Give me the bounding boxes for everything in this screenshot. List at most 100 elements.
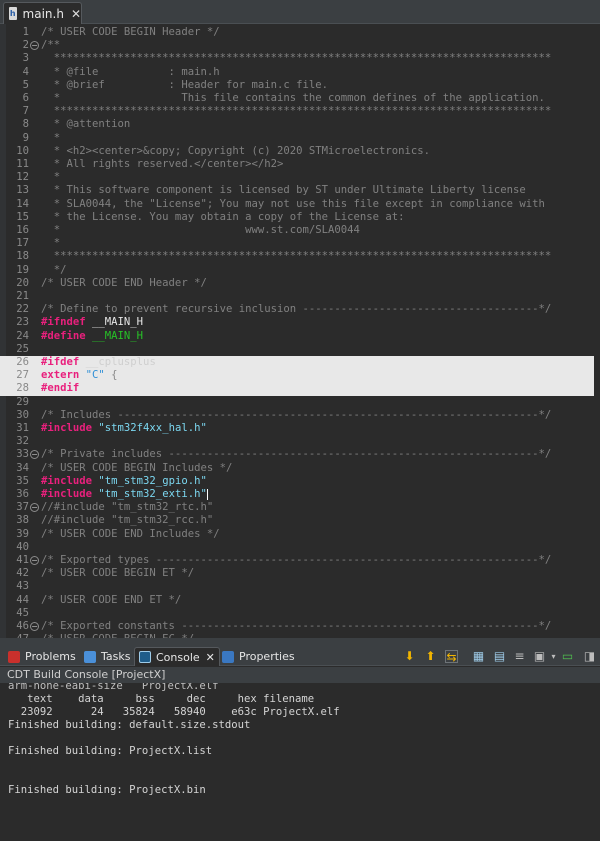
code-text: * www.st.com/SLA0044	[41, 224, 360, 237]
code-token: /* Define to prevent recursive inclusion…	[41, 303, 552, 316]
tab-properties[interactable]: Properties	[222, 647, 295, 666]
line-number: 28	[16, 382, 29, 395]
code-text: * @file : main.h	[41, 66, 220, 79]
code-token: /* Includes ----------------------------…	[41, 408, 552, 421]
code-line: 27 extern "C" {	[0, 369, 600, 383]
close-icon[interactable]: ✕	[71, 7, 81, 21]
console-line: Finished building: default.size.stdout	[8, 719, 251, 731]
code-token: /* USER CODE END Includes */	[41, 527, 220, 540]
fold-toggle-icon[interactable]: −	[30, 556, 39, 565]
code-line: 6 * This file contains the common define…	[0, 92, 600, 105]
code-text: #include "tm_stm32_exti.h"	[41, 488, 208, 501]
fold-toggle-icon[interactable]: −	[30, 503, 39, 513]
line-number: 37	[16, 501, 29, 514]
console-output[interactable]: arm-none-eabi-size ProjectX.elf text dat…	[0, 683, 600, 841]
tab-label: Properties	[239, 650, 295, 663]
code-line: 29	[0, 396, 600, 409]
line-number: 7	[22, 105, 29, 118]
tasks-icon	[84, 650, 96, 663]
code-text: /* USER CODE BEGIN Header */	[41, 26, 220, 39]
code-text: /* USER CODE END Includes */	[41, 528, 220, 541]
line-number: 39	[16, 527, 29, 540]
code-line: 18 *************************************…	[0, 250, 600, 263]
code-line: 40	[0, 541, 600, 554]
code-token: * This software component is licensed by…	[41, 184, 526, 197]
console-line: Finished building: ProjectX.list	[8, 745, 213, 757]
line-number: 14	[16, 197, 29, 210]
fold-toggle-icon[interactable]: −	[30, 622, 39, 631]
vertical-scrollbar[interactable]	[594, 24, 600, 638]
code-line: 1 /* USER CODE BEGIN Header */	[0, 26, 600, 39]
code-token: * This file contains the common defines …	[41, 92, 545, 104]
line-number: 45	[16, 606, 29, 619]
tab-main-h[interactable]: h main.h ✕	[3, 2, 82, 24]
code-token: /* USER CODE BEGIN Includes */	[41, 461, 233, 474]
code-line: 38 //#include "tm_stm32_rcc.h"	[0, 514, 600, 527]
code-line: 28 #endif	[0, 382, 600, 396]
code-line: 15 * the License. You may obtain a copy …	[0, 211, 600, 224]
pin-console-icon[interactable]: ▣	[533, 650, 546, 663]
line-number: 38	[16, 514, 29, 527]
code-text: * SLA0044, the "License"; You may not us…	[41, 198, 545, 211]
console-line: Finished building: ProjectX.bin	[8, 784, 206, 796]
tab-console[interactable]: Console ✕	[134, 647, 220, 666]
code-text: #endif	[41, 382, 79, 395]
code-text: /* USER CODE BEGIN ET */	[41, 567, 194, 580]
fold-toggle-icon[interactable]: −	[30, 450, 39, 460]
tab-label: Problems	[25, 650, 76, 663]
code-token: *	[41, 171, 61, 184]
code-line: 13 * This software component is licensed…	[0, 184, 600, 197]
fold-toggle-icon[interactable]: −	[30, 41, 39, 51]
line-number: 35	[16, 474, 29, 487]
code-token: ****************************************…	[41, 250, 552, 263]
word-wrap-icon[interactable]: ≡	[513, 650, 526, 663]
code-token: ****************************************…	[41, 105, 552, 118]
console-properties-icon[interactable]: ▦	[472, 650, 485, 663]
line-number: 15	[16, 210, 29, 223]
line-number: 3	[22, 52, 29, 65]
line-number: 16	[16, 224, 29, 236]
line-number: 23	[16, 316, 29, 329]
code-line: 14 * SLA0044, the "License"; You may not…	[0, 198, 600, 211]
line-number: 8	[22, 118, 29, 131]
code-token: #include	[41, 474, 93, 487]
line-number: 42	[16, 567, 29, 580]
properties-icon	[222, 650, 234, 663]
header-file-icon: h	[9, 7, 17, 20]
close-icon[interactable]: ✕	[206, 651, 215, 664]
code-token: * <h2><center>&copy; Copyright (c) 2020 …	[41, 144, 431, 157]
tab-tasks[interactable]: Tasks	[84, 647, 130, 666]
console-icon	[139, 651, 151, 663]
code-token: * All rights reserved.</center></h2>	[41, 158, 284, 170]
line-number: 24	[16, 329, 29, 342]
code-editor[interactable]: 1/* USER CODE BEGIN Header */2−/** 3 ****…	[0, 24, 600, 638]
open-console-icon[interactable]: ▭	[561, 650, 574, 663]
scroll-lock-icon[interactable]: ⇆	[445, 650, 458, 664]
line-number: 32	[16, 435, 29, 448]
code-line: 5 * @brief : Header for main.c file.	[0, 79, 600, 92]
code-text: *	[41, 132, 60, 145]
line-number: 13	[16, 184, 29, 197]
chevron-down-icon[interactable]: ▾	[547, 650, 560, 663]
display-console-icon[interactable]: ◨	[583, 650, 596, 663]
tab-problems[interactable]: Problems	[8, 647, 76, 666]
line-number: 19	[16, 263, 29, 276]
code-line: 33−/* Private includes -----------------…	[0, 448, 600, 461]
arrow-down-icon[interactable]: ⬇	[403, 650, 416, 663]
code-line: 26 #ifdef __cplusplus	[0, 356, 600, 370]
code-token: * the License. You may obtain a copy of …	[41, 210, 405, 223]
code-line: 2−/**	[0, 39, 600, 52]
panel-divider[interactable]	[0, 638, 600, 646]
line-number: 20	[16, 276, 29, 289]
code-line: 25	[0, 343, 600, 356]
line-number: 25	[16, 342, 29, 355]
code-token: /* USER CODE END Header */	[41, 276, 207, 289]
code-token: //#include "tm_stm32_rtc.h"	[41, 501, 214, 514]
arrow-up-icon[interactable]: ⬆	[424, 650, 437, 663]
clear-console-icon[interactable]: ▤	[493, 650, 506, 663]
console-line: arm-none-eabi-size ProjectX.elf	[8, 683, 219, 692]
code-token: "C"	[79, 369, 105, 382]
code-line: 43	[0, 580, 600, 593]
code-token: * @brief : Header for main.c file.	[41, 78, 329, 91]
line-number: 40	[16, 540, 29, 553]
